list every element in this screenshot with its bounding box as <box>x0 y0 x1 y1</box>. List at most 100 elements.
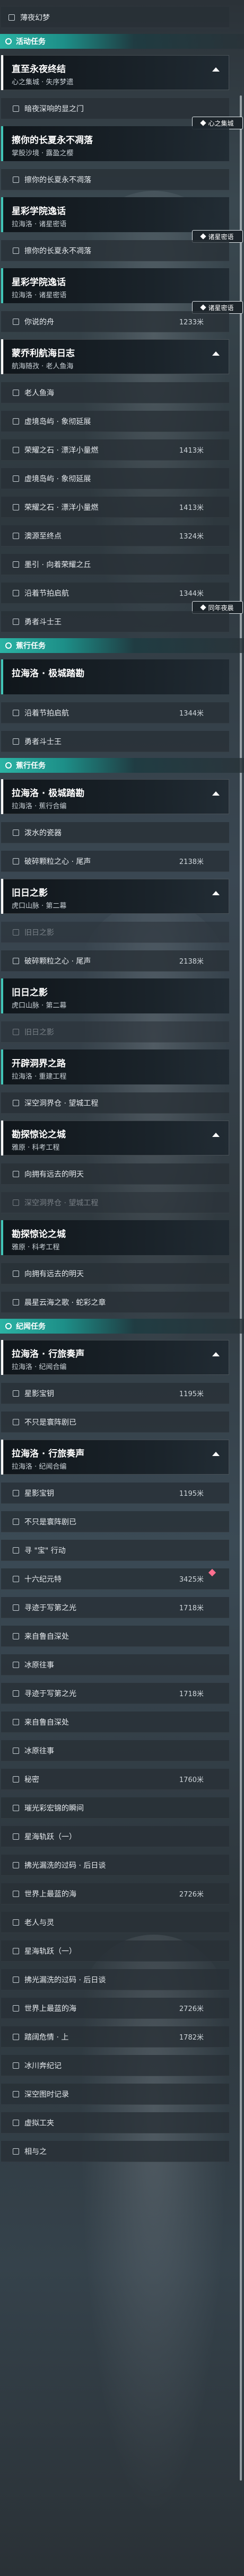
category-1[interactable]: 活动任务 <box>0 34 244 49</box>
quest-step-label: 璀光彩宏锦的瞬间 <box>24 1804 84 1813</box>
quest-step-item[interactable]: 泼水的瓷器 <box>1 822 229 843</box>
quest-group-title: 蒙乔利航海日志 <box>12 348 75 359</box>
collapse-caret-icon[interactable] <box>212 351 220 356</box>
quest-group-header[interactable]: 旧日之影 虎口山脉 · 第二幕 <box>1 879 229 914</box>
quest-step-item[interactable]: 寻 "宝" 行动 <box>1 1540 229 1561</box>
quest-step-label: 拂光漏洗的过码 · 后日谈 <box>24 1975 106 1984</box>
quest-step-item[interactable]: 勇者斗士王 <box>1 731 229 752</box>
quest-step-item[interactable]: 来自鲁自深处 <box>1 1626 229 1647</box>
quest-step-item[interactable]: 相与之 <box>1 2141 229 2162</box>
quest-group-header[interactable]: 勘探惊论之城 雅原 · 科考工程 <box>1 1220 229 1255</box>
quest-step-item[interactable]: 星影宝钥 1195米 <box>1 1483 229 1504</box>
collapse-caret-icon[interactable] <box>212 67 220 72</box>
checkbox-icon <box>13 389 19 396</box>
collapse-caret-icon[interactable] <box>212 1133 220 1137</box>
category-20[interactable]: 蕉行任务 <box>0 638 244 653</box>
quest-group-header[interactable]: 旧日之影 虎口山脉 · 第二幕 <box>1 978 229 1013</box>
collapse-caret-icon[interactable] <box>212 891 220 895</box>
quest-group-header[interactable]: 星彩学院逸话 拉海洛 · 诸星密语 <box>1 268 229 303</box>
quest-step-label: 薄夜幻梦 <box>20 13 50 22</box>
quest-step-item[interactable]: 向拥有远去的明天 <box>1 1263 229 1284</box>
category-24[interactable]: 蕉行任务 <box>0 758 244 773</box>
quest-step-item[interactable]: 虚境岛屿 · 象彻延展 <box>1 468 229 489</box>
checkbox-icon <box>13 929 19 936</box>
quest-step-item[interactable]: 晨星云海之歌 · 蛇彩之章 <box>1 1292 229 1313</box>
quest-step-item[interactable]: 虚境岛屿 · 象彻延展 <box>1 411 229 432</box>
quest-step-item[interactable]: 璀光彩宏锦的瞬间 <box>1 1797 229 1819</box>
quest-step-item[interactable]: 向拥有远去的明天 <box>1 1163 229 1185</box>
quest-distance: 2726米 <box>179 1891 204 1899</box>
quest-step-item[interactable]: 破碎颗粒之心 · 尾声 2138米 <box>1 851 229 872</box>
checkbox-icon <box>13 957 19 964</box>
quest-group-header[interactable]: 拉海洛 · 行旅奏声 拉海洛 · 纪闻合编 <box>1 1340 229 1375</box>
collapse-caret-icon[interactable] <box>212 791 220 796</box>
quest-step-item[interactable]: 星海轨跃（一） <box>1 1940 229 1962</box>
quest-step-item[interactable]: 十六纪元特 3425米 <box>1 1568 229 1590</box>
quest-step-item[interactable]: 深空洞界仓 · 望城工程 <box>1 1092 229 1114</box>
quest-step-item[interactable]: 深空图时记录 <box>1 2084 229 2105</box>
quest-group-header[interactable]: 星彩学院逸话 拉海洛 · 诸星密语 <box>1 197 229 232</box>
quest-step-item[interactable]: 拂光漏洗的过码 · 后日谈 <box>1 1855 229 1876</box>
quest-group-header[interactable]: 拉海洛 · 极城踏勘 <box>1 659 229 694</box>
quest-step-item[interactable]: 冰川奔纪记 <box>1 2055 229 2076</box>
quest-group-header[interactable]: 开辟洞界之路 拉海洛 · 重建工程 <box>1 1049 229 1084</box>
quest-step-item[interactable]: 擦你的长夏永不凋落 <box>1 240 229 261</box>
quest-step-item[interactable]: 不只是寰阵剧已 <box>1 1411 229 1433</box>
quest-step-item[interactable]: 冰原往事 <box>1 1740 229 1761</box>
quest-step-item[interactable]: 来自鲁自深处 <box>1 1712 229 1733</box>
checkbox-icon <box>13 618 19 625</box>
collapse-caret-icon[interactable] <box>212 1352 220 1356</box>
checkbox-icon <box>13 738 19 745</box>
quest-step-item[interactable]: 拂光漏洗的过码 · 后日谈 <box>1 1969 229 1990</box>
quest-step-item[interactable]: 荣耀之石 · 漂洋小量燃 1413米 <box>1 439 229 461</box>
quest-step-item[interactable]: 暗夜深响的显之门 <box>1 98 229 119</box>
quest-step-label: 向拥有远去的明天 <box>24 1170 84 1179</box>
quest-group-title: 星彩学院逸话 <box>12 277 66 288</box>
quest-step-item[interactable]: 旧日之影 <box>1 1021 229 1043</box>
quest-group-header[interactable]: 擦你的长夏永不凋落 掌股沙境 · 露盈之樱 <box>1 126 229 161</box>
quest-step-item[interactable]: 老人与灵 <box>1 1912 229 1933</box>
quest-group-header[interactable]: 拉海洛 · 行旅奏声 拉海洛 · 纪闻合编 <box>1 1440 229 1475</box>
quest-group-header[interactable]: 直至永夜终结 心之集城 · 失序梦遗 <box>1 55 229 90</box>
scroll-edge-indicator[interactable] <box>240 95 242 2481</box>
quest-step-item[interactable]: 寻迹于写第之光 1718米 <box>1 1683 229 1704</box>
quest-group-title: 勘探惊论之城 <box>12 1130 66 1140</box>
quest-step-item[interactable]: 澳源至终点 1324米 <box>1 525 229 546</box>
quest-step-label: 破碎颗粒之心 · 尾声 <box>24 957 91 966</box>
quest-group-header[interactable]: 勘探惊论之城 雅原 · 科考工程 <box>1 1121 229 1155</box>
quest-step-item[interactable]: 你说的舟 1233米 <box>1 311 229 332</box>
quest-step-item[interactable]: 沿着节拍启航 1344米 <box>1 583 229 604</box>
quest-step-item[interactable]: 旧日之影 <box>1 922 229 943</box>
collapse-caret-icon[interactable] <box>212 1452 220 1456</box>
category-41[interactable]: 纪闻任务 <box>0 1319 244 1334</box>
quest-step-item[interactable]: 勇者斗士王 <box>1 611 229 632</box>
quest-step-item[interactable]: 虚拟工夹 <box>1 2112 229 2133</box>
checkbox-icon <box>13 1833 19 1840</box>
quest-step-item[interactable]: 秘密 1760米 <box>1 1769 229 1790</box>
quest-step-item[interactable]: 星海轨跃（一） <box>1 1826 229 1847</box>
quest-step-item[interactable]: 墨引 · 向着荣耀之丘 <box>1 554 229 575</box>
quest-group-header[interactable]: 拉海洛 · 极城踏勘 拉海洛 · 蕉行合编 <box>1 779 229 814</box>
quest-step-item[interactable]: 冰原往事 <box>1 1654 229 1675</box>
quest-step-label: 老人鱼海 <box>24 389 54 398</box>
quest-step-item[interactable]: 沿着节拍启航 1344米 <box>1 702 229 724</box>
quest-step-item[interactable]: 老人鱼海 <box>1 382 229 403</box>
quest-step-item[interactable]: 世界上最蓝的海 2726米 <box>1 1883 229 1904</box>
quest-step-item[interactable]: 荣耀之石 · 漂洋小量燃 1413米 <box>1 497 229 518</box>
quest-distance: 1195米 <box>179 1490 204 1498</box>
quest-step-item[interactable]: 不只是寰阵剧已 <box>1 1511 229 1532</box>
quest-step-item[interactable]: 星影宝钥 1195米 <box>1 1383 229 1404</box>
quest-group-header[interactable]: 蒙乔利航海日志 航海随孜 · 老人鱼海 <box>1 339 229 374</box>
quest-step-item[interactable]: 擦你的长夏永不凋落 <box>1 169 229 190</box>
quest-distance: 3425米 <box>179 1576 204 1584</box>
quest-step-item[interactable]: 踏阔危情 · 上 1782米 <box>1 2026 229 2048</box>
quest-step-item[interactable]: 世界上最蓝的海 2726米 <box>1 1998 229 2019</box>
checkbox-icon <box>13 532 19 539</box>
quest-step-label: 来自鲁自深处 <box>24 1632 69 1641</box>
quest-distance: 1760米 <box>179 1776 204 1784</box>
quest-step-item[interactable]: 深空洞界仓 · 望城工程 <box>1 1192 229 1213</box>
quest-group-subtitle: 拉海洛 · 纪闻合编 <box>12 1363 67 1371</box>
quest-step-item[interactable]: 薄夜幻梦 <box>1 7 229 28</box>
quest-step-item[interactable]: 寻迹于写第之光 1718米 <box>1 1597 229 1618</box>
quest-step-item[interactable]: 破碎颗粒之心 · 尾声 2138米 <box>1 950 229 972</box>
